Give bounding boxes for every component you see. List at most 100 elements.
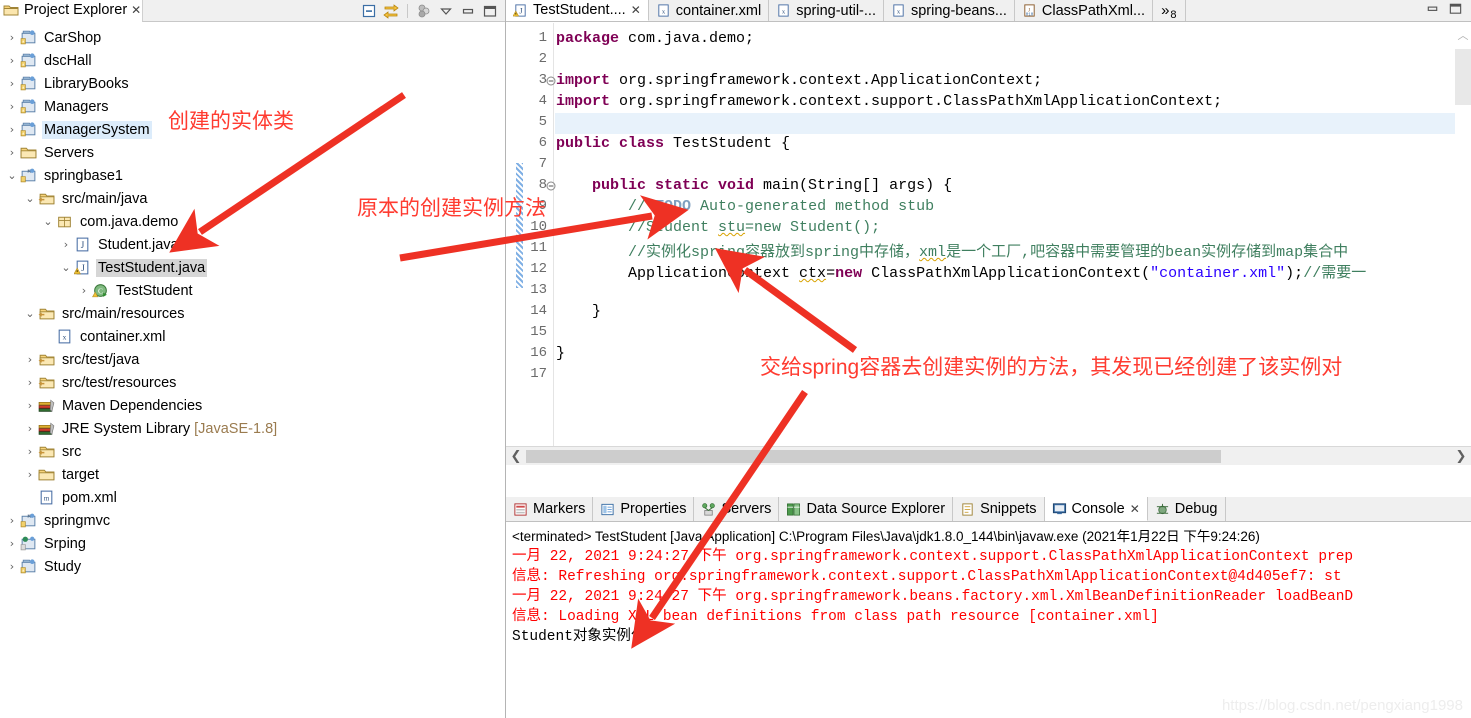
chevron-right-icon[interactable]: ›: [4, 100, 20, 113]
scrollbar-thumb[interactable]: [1455, 49, 1471, 105]
tree-item[interactable]: › src: [0, 440, 505, 463]
project-tree[interactable]: › CarShop › dscHall › LibraryBooks › Managers › M…: [0, 23, 505, 718]
chevron-right-icon[interactable]: ›: [4, 146, 20, 159]
view-menu-icon[interactable]: [437, 2, 455, 20]
chevron-down-icon[interactable]: ⌄: [4, 169, 20, 182]
code-scroll-area[interactable]: 1 2 3 4 5 6 7 8 9 10 11 12 13 14 15 16 17 package com.ja…: [506, 23, 1471, 465]
tree-item[interactable]: › Srping: [0, 532, 505, 555]
maximize-icon[interactable]: [1448, 1, 1463, 21]
code-line[interactable]: import org.springframework.context.Appli…: [556, 72, 1042, 89]
chevron-down-icon[interactable]: ⌄: [22, 192, 38, 205]
editor-tab[interactable]: J 010 ClassPathXml...: [1014, 0, 1154, 21]
minimize-icon[interactable]: [1425, 1, 1440, 21]
tree-item[interactable]: m pom.xml: [0, 486, 505, 509]
chevron-right-icon[interactable]: ›: [4, 77, 20, 90]
code-line[interactable]: //Student stu=new Student();: [556, 219, 880, 236]
chevron-right-icon[interactable]: ›: [22, 422, 38, 435]
editor-tab-bar[interactable]: J TestStudent.... ✕ x container.xml x spring-u…: [506, 0, 1471, 22]
tree-item[interactable]: › Managers: [0, 95, 505, 118]
bottom-panel-tab[interactable]: Debug: [1148, 497, 1226, 521]
tree-item[interactable]: › src/test/java: [0, 348, 505, 371]
tree-item[interactable]: › Servers: [0, 141, 505, 164]
code-line[interactable]: public static void main(String[] args) {: [556, 177, 952, 194]
tree-item[interactable]: › dscHall: [0, 49, 505, 72]
link-with-editor-icon[interactable]: [382, 2, 400, 20]
chevron-right-icon[interactable]: ›: [4, 560, 20, 573]
bottom-panel-tab[interactable]: Console ✕: [1044, 497, 1148, 521]
code-line[interactable]: public class TestStudent {: [556, 135, 790, 152]
tree-item[interactable]: x container.xml: [0, 325, 505, 348]
collapse-all-icon[interactable]: [360, 2, 378, 20]
hscrollbar-thumb[interactable]: [526, 449, 1221, 463]
editor-vertical-scrollbar[interactable]: ︿: [1455, 23, 1471, 446]
tree-item[interactable]: ⌄ Mspringbase1: [0, 164, 505, 187]
bottom-panel-tab[interactable]: Data Source Explorer: [779, 497, 954, 521]
chevron-right-icon[interactable]: ›: [22, 353, 38, 366]
editor-tab[interactable]: J TestStudent.... ✕: [506, 0, 649, 21]
tree-item[interactable]: › LibraryBooks: [0, 72, 505, 95]
tree-item[interactable]: › J Student.java: [0, 233, 505, 256]
chevron-right-icon[interactable]: ›: [22, 399, 38, 412]
scroll-left-arrow[interactable]: ❮: [506, 449, 526, 464]
bottom-panel-tab[interactable]: Snippets: [953, 497, 1045, 521]
tree-item[interactable]: › ManagerSystem: [0, 118, 505, 141]
chevron-right-icon[interactable]: ›: [4, 537, 20, 550]
chevron-right-icon[interactable]: ›: [22, 445, 38, 458]
chevron-right-icon[interactable]: ›: [4, 54, 20, 67]
tree-item[interactable]: ⌄ src/main/java: [0, 187, 505, 210]
tab-overflow-button[interactable]: » 8: [1153, 0, 1186, 21]
maximize-icon[interactable]: [481, 2, 499, 20]
code-line[interactable]: }: [556, 303, 601, 320]
bottom-panel-tab[interactable]: Servers: [694, 497, 780, 521]
code-line[interactable]: // TODO Auto-generated method stub: [556, 198, 934, 215]
close-icon[interactable]: ✕: [631, 3, 641, 17]
minimize-icon[interactable]: [459, 2, 477, 20]
bottom-panel-tab-bar[interactable]: Markers Properties Servers Data Source Expl…: [506, 497, 1471, 522]
editor-tab[interactable]: x spring-util-...: [769, 0, 884, 21]
editor-tab[interactable]: x spring-beans...: [883, 0, 1015, 21]
tree-item[interactable]: › JRE System Library [JavaSE-1.8]: [0, 417, 505, 440]
bottom-panel-tab[interactable]: Properties: [593, 497, 695, 521]
scroll-up-icon[interactable]: ︿: [1455, 27, 1471, 45]
line-number: 4: [538, 93, 547, 109]
tab-project-explorer[interactable]: Project Explorer ✕: [0, 0, 146, 22]
code-line[interactable]: //实例化spring容器放到spring中存储，xml是一个工厂,吧容器中需要…: [556, 240, 1348, 261]
fold-collapse-icon[interactable]: [546, 181, 556, 191]
console-output[interactable]: <terminated> TestStudent [Java Applicati…: [506, 523, 1471, 718]
code-line[interactable]: import org.springframework.context.suppo…: [556, 93, 1222, 110]
chevron-down-icon[interactable]: ⌄: [40, 215, 56, 228]
hscrollbar-track[interactable]: [1221, 449, 1451, 463]
chevron-right-icon[interactable]: ›: [76, 284, 92, 297]
editor-gutter[interactable]: 1 2 3 4 5 6 7 8 9 10 11 12 13 14 15 16 17: [506, 23, 556, 465]
fold-collapse-icon[interactable]: [546, 76, 556, 86]
tree-item[interactable]: ⌄ src/main/resources: [0, 302, 505, 325]
chevron-down-icon[interactable]: ⌄: [22, 307, 38, 320]
editor-horizontal-scrollbar[interactable]: ❮ ❯: [506, 446, 1471, 465]
chevron-right-icon[interactable]: ›: [4, 514, 20, 527]
tree-item[interactable]: ⌄ com.java.demo: [0, 210, 505, 233]
tree-item[interactable]: › Maven Dependencies: [0, 394, 505, 417]
chevron-right-icon[interactable]: ›: [22, 376, 38, 389]
tree-item[interactable]: › Mspringmvc: [0, 509, 505, 532]
chevron-down-icon[interactable]: ⌄: [58, 261, 74, 274]
tree-item[interactable]: › C TestStudent: [0, 279, 505, 302]
code-line[interactable]: package com.java.demo;: [556, 30, 754, 47]
bottom-panel-tab[interactable]: Markers: [506, 497, 594, 521]
close-icon[interactable]: ✕: [131, 3, 141, 17]
chevron-right-icon[interactable]: ›: [22, 468, 38, 481]
tree-item[interactable]: ⌄ J TestStudent.java: [0, 256, 505, 279]
chevron-right-icon[interactable]: ›: [58, 238, 74, 251]
tree-item[interactable]: › Study: [0, 555, 505, 578]
chevron-right-icon[interactable]: ›: [4, 123, 20, 136]
tree-item[interactable]: › CarShop: [0, 26, 505, 49]
tree-item[interactable]: › src/test/resources: [0, 371, 505, 394]
scroll-right-arrow[interactable]: ❯: [1451, 449, 1471, 464]
tree-item[interactable]: › target: [0, 463, 505, 486]
close-icon[interactable]: ✕: [1130, 502, 1140, 516]
view-menu-filters-icon[interactable]: [415, 2, 433, 20]
code-editor[interactable]: 1 2 3 4 5 6 7 8 9 10 11 12 13 14 15 16 17 package com.ja…: [506, 23, 1471, 466]
code-line[interactable]: }: [556, 345, 565, 362]
code-line[interactable]: ApplicationContext ctx=new ClassPathXmlA…: [556, 261, 1366, 282]
chevron-right-icon[interactable]: ›: [4, 31, 20, 44]
editor-tab[interactable]: x container.xml: [648, 0, 770, 21]
